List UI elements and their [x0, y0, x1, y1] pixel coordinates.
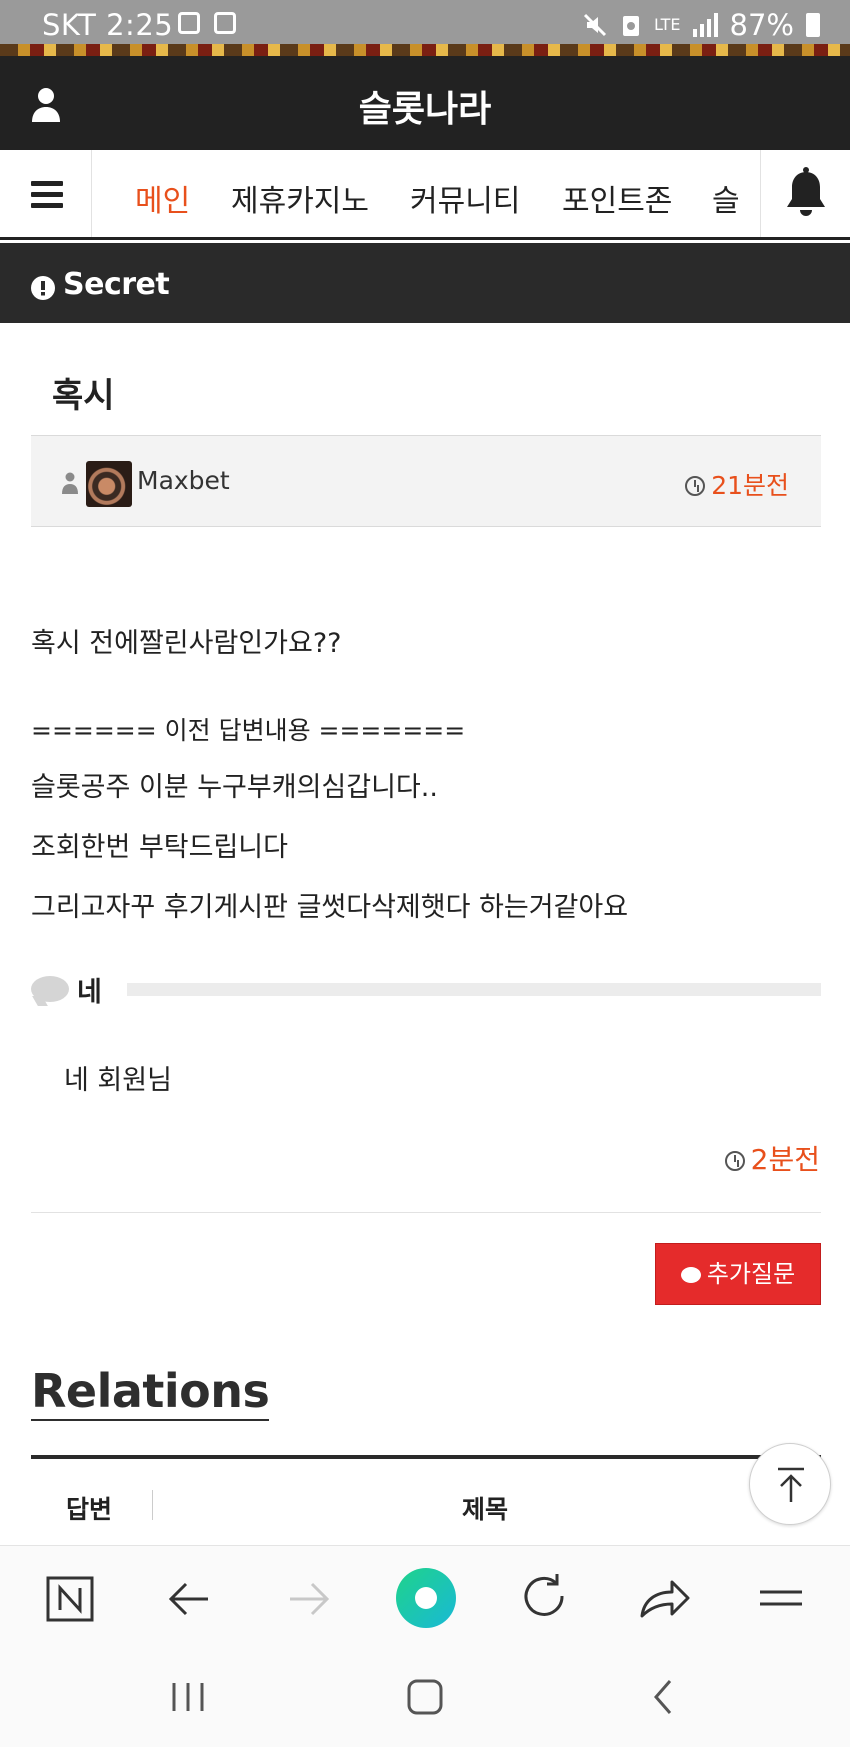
status-bar: SKT 2:25 LTE 87% — [0, 0, 850, 56]
post-body-line: ====== 이전 답변내용 ======= — [31, 716, 466, 745]
answer-divider — [127, 983, 821, 996]
site-title[interactable]: 슬롯나라 — [0, 80, 850, 132]
post-body-line: 조회한번 부탁드립니다 — [31, 832, 288, 863]
clock-icon — [685, 476, 706, 496]
battery-percent: 87% — [729, 8, 794, 42]
relations-col-answer: 답변 — [66, 1495, 113, 1524]
saver-icon — [622, 16, 639, 36]
divider — [31, 1212, 821, 1213]
back-arrow-icon[interactable] — [150, 1546, 230, 1650]
post-author[interactable]: Maxbet — [137, 466, 230, 495]
status-notification-icons — [178, 12, 236, 34]
system-nav-bar — [0, 1649, 850, 1747]
bell-icon[interactable] — [760, 150, 850, 237]
post-title: 혹시 — [52, 376, 115, 416]
relations-table-top-border — [31, 1455, 821, 1459]
post-meta: Maxbet 21분전 — [31, 435, 821, 527]
column-separator — [152, 1490, 153, 1520]
exclamation-circle-icon — [31, 276, 55, 300]
nav-item-partner-casino[interactable]: 제휴카지노 — [231, 176, 369, 220]
forward-arrow-icon[interactable] — [268, 1546, 348, 1650]
clock-icon — [724, 1151, 745, 1171]
section-bar: Secret — [0, 243, 850, 323]
hamburger-icon[interactable] — [0, 150, 92, 237]
home-circle-icon[interactable] — [386, 1546, 466, 1650]
menu-lines-icon[interactable] — [740, 1546, 820, 1650]
post-body-line: 슬롯공주 이분 누구부캐의심갑니다.. — [31, 772, 438, 803]
network-type: LTE — [653, 15, 681, 34]
answer-text: 네 회원님 — [64, 1065, 172, 1096]
section-label: Secret — [63, 267, 170, 302]
recent-apps-icon[interactable] — [160, 1675, 216, 1719]
status-right: LTE 87% — [582, 8, 820, 42]
post-body-line: 혹시 전에짤린사람인가요?? — [31, 628, 342, 659]
answer-label: 네 — [77, 977, 102, 1008]
browser-toolbar — [0, 1545, 850, 1649]
post-time-text: 21분전 — [711, 471, 789, 500]
relations-col-title: 제목 — [462, 1495, 509, 1524]
nav-item-community[interactable]: 커뮤니티 — [410, 176, 520, 220]
post-body-line: 그리고자꾸 후기게시판 글썻다삭제햇다 하는거같아요 — [31, 892, 629, 923]
status-carrier-time: SKT 2:25 — [42, 8, 174, 42]
answer-header: 네 — [31, 970, 821, 1008]
arrow-up-icon — [778, 1467, 804, 1502]
signal-icon — [692, 13, 718, 37]
gallery-icon — [214, 12, 236, 34]
answer-time: 2분전 — [724, 1138, 820, 1178]
home-icon[interactable] — [397, 1675, 453, 1719]
add-question-label: 추가질문 — [706, 1260, 796, 1288]
naver-n-icon[interactable] — [30, 1546, 110, 1650]
person-icon — [62, 472, 78, 494]
battery-icon — [806, 13, 820, 37]
nav-item-slot[interactable]: 슬 — [712, 176, 740, 220]
screenshot-icon — [178, 12, 200, 34]
avatar[interactable] — [86, 461, 132, 507]
scroll-top-button[interactable] — [749, 1443, 831, 1525]
answer-time-text: 2분전 — [750, 1143, 820, 1176]
main-nav: 메인 제휴카지노 커뮤니티 포인트존 슬 — [0, 150, 850, 240]
header-banner-strip — [0, 44, 850, 56]
share-icon[interactable] — [622, 1546, 702, 1650]
back-icon[interactable] — [636, 1675, 692, 1719]
relations-heading: Relations — [31, 1363, 270, 1421]
nav-tabs: 메인 제휴카지노 커뮤니티 포인트존 슬 — [92, 150, 760, 237]
mute-icon — [583, 13, 606, 37]
nav-item-main[interactable]: 메인 — [135, 176, 190, 220]
comment-icon — [31, 976, 69, 1002]
reload-icon[interactable] — [504, 1546, 584, 1650]
comments-icon — [680, 1267, 701, 1283]
nav-item-point-zone[interactable]: 포인트존 — [562, 176, 672, 220]
add-question-button[interactable]: 추가질문 — [655, 1243, 821, 1305]
post-time: 21분전 — [685, 466, 789, 502]
site-header: 슬롯나라 — [0, 56, 850, 150]
